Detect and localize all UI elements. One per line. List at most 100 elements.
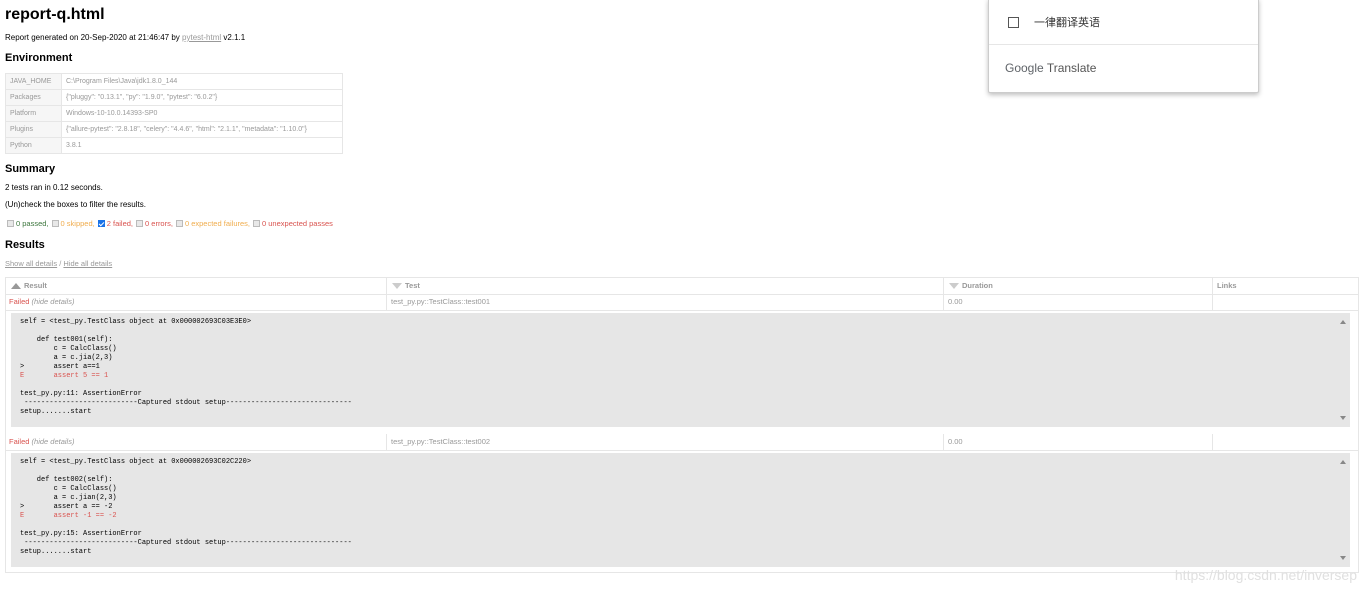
filter-item: 2 failed, bbox=[97, 219, 134, 228]
log-line: a = c.jia(2,3) bbox=[20, 354, 113, 362]
filter-label: 0 unexpected passes bbox=[262, 219, 333, 228]
result-row: Failed (hide details) test_py.py::TestCla… bbox=[6, 294, 1358, 311]
environment-row: JAVA_HOME C:\Program Files\Java\jdk1.8.0_… bbox=[5, 73, 343, 90]
hide-all-details-link[interactable]: Hide all details bbox=[63, 259, 112, 268]
log-line: a = c.jian(2,3) bbox=[20, 494, 117, 502]
column-header-test[interactable]: Test bbox=[387, 278, 944, 294]
log-scrollbar[interactable] bbox=[1339, 318, 1347, 422]
generated-info: Report generated on 20-Sep-2020 at 21:46… bbox=[5, 33, 245, 42]
column-header-links: Links bbox=[1217, 281, 1237, 290]
filter-hint-text: (Un)check the boxes to filter the result… bbox=[5, 200, 146, 209]
failure-log[interactable]: self = <test_py.TestClass object at 0x00… bbox=[11, 313, 1350, 427]
environment-key: JAVA_HOME bbox=[5, 73, 62, 90]
show-all-details-link[interactable]: Show all details bbox=[5, 259, 57, 268]
generator-version: v2.1.1 bbox=[223, 33, 246, 42]
scroll-down-icon[interactable] bbox=[1340, 416, 1346, 420]
watermark: https://blog.csdn.net/inversep bbox=[1174, 567, 1357, 583]
environment-key: Packages bbox=[5, 89, 62, 106]
scroll-up-icon[interactable] bbox=[1340, 460, 1346, 464]
filter-item: 0 unexpected passes bbox=[253, 219, 333, 228]
result-status: Failed bbox=[9, 437, 30, 446]
log-line: test_py.py:15: AssertionError bbox=[20, 530, 142, 538]
log-line: test_py.py:11: AssertionError bbox=[20, 390, 142, 398]
filter-checkbox[interactable] bbox=[253, 220, 260, 227]
environment-row: Plugins {"allure-pytest": "2.8.18", "cele… bbox=[5, 121, 343, 138]
filter-item: 0 skipped, bbox=[51, 219, 95, 228]
result-cell: Failed (hide details) bbox=[6, 294, 387, 310]
log-line: > assert a == -2 bbox=[20, 503, 113, 511]
filter-label: 2 failed, bbox=[106, 219, 134, 228]
translate-popup: 一律翻译英语 Google Translate bbox=[988, 0, 1259, 93]
log-line: ---------------------------Captured stdo… bbox=[20, 539, 352, 547]
filter-label: 0 expected failures, bbox=[184, 219, 250, 228]
always-translate-label: 一律翻译英语 bbox=[1034, 17, 1100, 29]
result-row: Failed (hide details) test_py.py::TestCla… bbox=[6, 434, 1358, 451]
failure-log[interactable]: self = <test_py.TestClass object at 0x00… bbox=[11, 453, 1350, 567]
environment-value: {"pluggy": "0.13.1", "py": "1.9.0", "pyt… bbox=[61, 89, 343, 106]
results-heading: Results bbox=[5, 239, 45, 251]
log-line: self = <test_py.TestClass object at 0x00… bbox=[20, 318, 252, 326]
log-line: E assert -1 == -2 bbox=[20, 512, 117, 520]
environment-value: C:\Program Files\Java\jdk1.8.0_144 bbox=[61, 73, 343, 90]
log-line: ---------------------------Captured stdo… bbox=[20, 399, 352, 407]
tests-ran-text: 2 tests ran in 0.12 seconds. bbox=[5, 183, 103, 192]
filter-item: 0 expected failures, bbox=[175, 219, 250, 228]
environment-value: {"allure-pytest": "2.8.18", "celery": "4… bbox=[61, 121, 343, 138]
test-name-cell: test_py.py::TestClass::test002 bbox=[387, 434, 944, 450]
links-cell bbox=[1213, 294, 1358, 310]
generated-text: Report generated on 20-Sep-2020 at 21:46… bbox=[5, 33, 180, 42]
pytest-html-link[interactable]: pytest-html bbox=[182, 33, 221, 42]
environment-row: Python 3.8.1 bbox=[5, 137, 343, 154]
environment-row: Packages {"pluggy": "0.13.1", "py": "1.9.… bbox=[5, 89, 343, 106]
links-cell bbox=[1213, 434, 1358, 450]
log-line: setup.......start bbox=[20, 548, 92, 556]
summary-heading: Summary bbox=[5, 163, 56, 175]
column-header-duration[interactable]: Duration bbox=[944, 278, 1213, 294]
results-table: Result Test Duration Links Failed (hide … bbox=[5, 277, 1359, 573]
popup-divider bbox=[989, 44, 1258, 45]
log-line: c = CalcClass() bbox=[20, 485, 117, 493]
filter-checkbox[interactable] bbox=[97, 220, 105, 227]
scroll-down-icon[interactable] bbox=[1340, 556, 1346, 560]
environment-row: Platform Windows-10-10.0.14393-SP0 bbox=[5, 105, 343, 122]
environment-key: Platform bbox=[5, 105, 62, 122]
environment-heading: Environment bbox=[5, 52, 73, 64]
duration-cell: 0.00 bbox=[944, 294, 1213, 310]
log-line: E assert 5 == 1 bbox=[20, 372, 109, 380]
results-header: Result Test Duration Links bbox=[6, 278, 1358, 295]
filter-checkbox[interactable] bbox=[51, 220, 59, 227]
checkbox-icon[interactable] bbox=[1008, 16, 1019, 28]
sort-asc-icon bbox=[11, 283, 21, 289]
result-cell: Failed (hide details) bbox=[6, 434, 387, 450]
scroll-up-icon[interactable] bbox=[1340, 320, 1346, 324]
column-header-result[interactable]: Result bbox=[6, 278, 387, 294]
filter-label: 0 passed, bbox=[16, 219, 49, 228]
filter-checkbox[interactable] bbox=[136, 220, 144, 227]
duration-cell: 0.00 bbox=[944, 434, 1213, 450]
hide-details-link[interactable]: (hide details) bbox=[32, 297, 75, 306]
log-line: def test002(self): bbox=[20, 476, 113, 484]
page-title: report-q.html bbox=[5, 6, 105, 23]
result-filters: 0 passed, 0 skipped, 2 failed, 0 errors, 0 e… bbox=[7, 219, 336, 228]
filter-checkbox[interactable] bbox=[175, 220, 183, 227]
filter-item: 0 errors, bbox=[136, 219, 173, 228]
filter-item: 0 passed, bbox=[7, 219, 49, 228]
sort-desc-icon bbox=[949, 283, 959, 289]
environment-table: JAVA_HOME C:\Program Files\Java\jdk1.8.0_… bbox=[5, 73, 343, 154]
log-scrollbar[interactable] bbox=[1339, 458, 1347, 562]
log-line: self = <test_py.TestClass object at 0x00… bbox=[20, 458, 252, 466]
google-translate-logo: Google Translate bbox=[1005, 61, 1097, 75]
test-name-cell: test_py.py::TestClass::test001 bbox=[387, 294, 944, 310]
toggle-separator: / bbox=[59, 259, 62, 268]
sort-desc-icon bbox=[392, 283, 402, 289]
details-toggle-links: Show all details / Hide all details bbox=[5, 259, 112, 268]
environment-value: Windows-10-10.0.14393-SP0 bbox=[61, 105, 343, 122]
filter-checkbox[interactable] bbox=[7, 220, 14, 227]
hide-details-link[interactable]: (hide details) bbox=[32, 437, 75, 446]
log-line: def test001(self): bbox=[20, 336, 113, 344]
always-translate-option[interactable]: 一律翻译英语 bbox=[1008, 14, 1100, 30]
